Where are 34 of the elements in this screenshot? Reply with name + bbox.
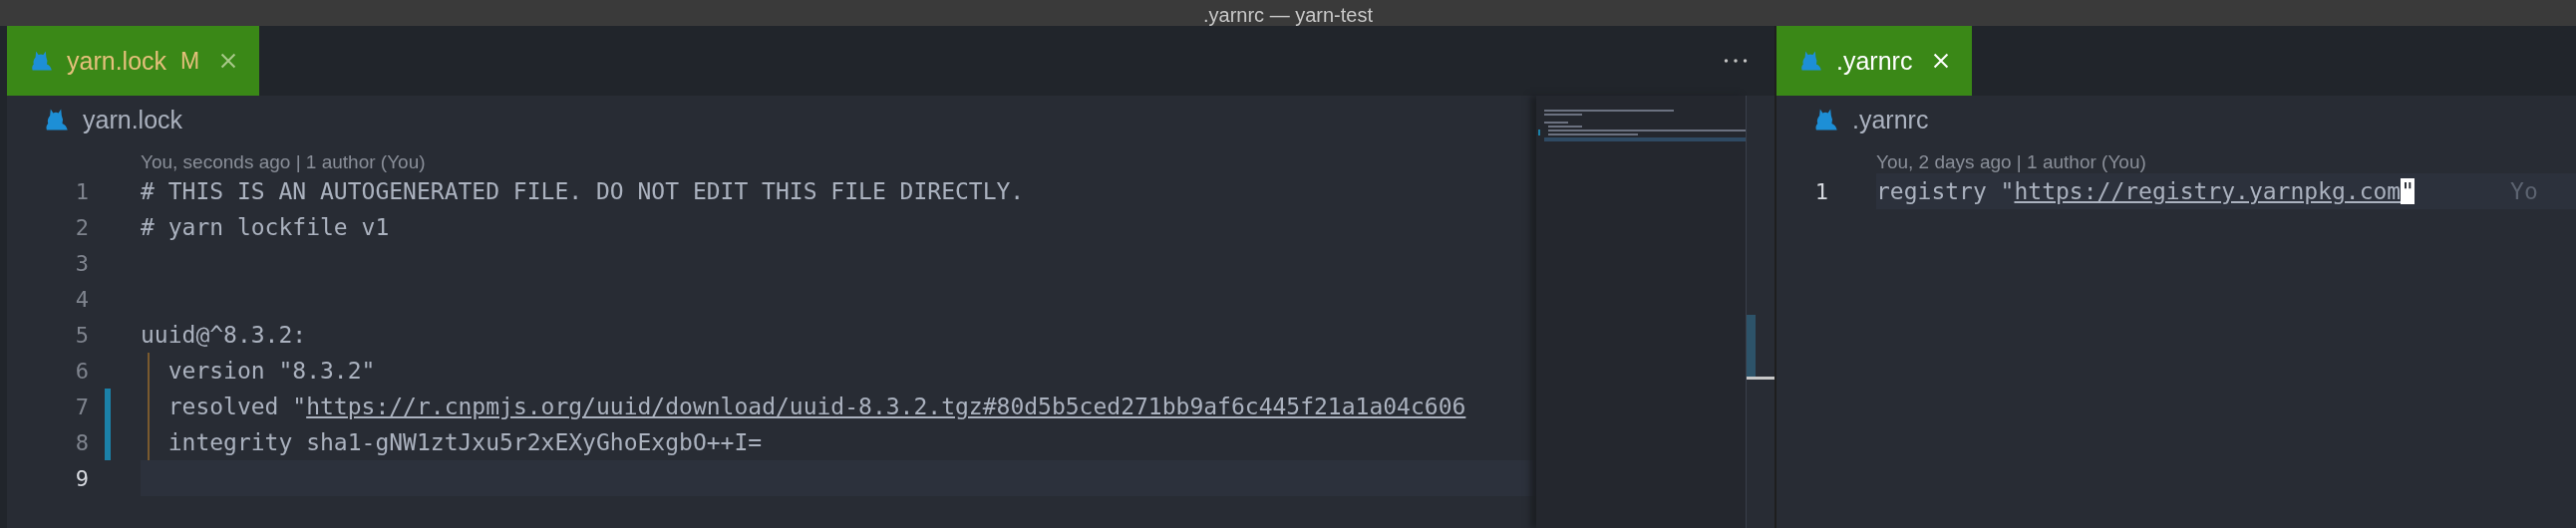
line-number: 8	[74, 429, 89, 455]
text-cursor: "	[2401, 178, 2415, 204]
cat-icon	[29, 49, 53, 73]
line-number: 1	[1813, 178, 1828, 204]
minimap-drawing[interactable]	[1536, 96, 1746, 528]
breadcrumb-item[interactable]: .yarnrc	[1852, 105, 1929, 134]
code-line: integrity sha1-gNW1ztJxu5r2xEXyGhoExgbO++I=	[166, 429, 763, 455]
modified-indicator: M	[180, 47, 200, 75]
code-line: resolved "https://r.cnpmjs.org/uuid/download/uuid-8.3.2.tgz#80d5b5ced271bb9af6c445f21a1a04c606	[166, 394, 1466, 419]
line-number: 4	[74, 286, 89, 312]
close-icon[interactable]	[219, 52, 238, 70]
line-number: 5	[74, 322, 89, 348]
code-line: uuid@^8.3.2:	[141, 322, 307, 348]
code-line: # yarn lockfile v1	[141, 214, 390, 240]
line-number: 9	[74, 465, 89, 491]
code-line: version "8.3.2"	[166, 358, 376, 384]
codelens-text[interactable]: You, 2 days ago | 1 author (You)	[1876, 151, 2146, 173]
editor-tab[interactable]: .yarnrc	[1776, 26, 1973, 96]
cat-icon	[1798, 49, 1822, 73]
code-line: registry "https://registry.yarnpkg.com"	[1876, 178, 2415, 204]
line-number: 6	[74, 358, 89, 384]
more-actions-icon[interactable]	[1723, 58, 1749, 64]
close-icon[interactable]	[1932, 52, 1951, 70]
line-number: 7	[74, 394, 89, 419]
line-number: 2	[74, 214, 89, 240]
line-number: 3	[74, 250, 89, 276]
codelens-text[interactable]: You, seconds ago | 1 author (You)	[141, 151, 426, 173]
scrollbar[interactable]	[1746, 96, 1774, 528]
window-title: .yarnrc — yarn-test	[1202, 4, 1373, 26]
link[interactable]: https://registry.yarnpkg.com	[2014, 178, 2402, 204]
line-number: 1	[74, 178, 89, 204]
code-line: # THIS IS AN AUTOGENERATED FILE. DO NOT EDIT THIS FILE DIRECTLY.	[141, 178, 1025, 204]
link[interactable]: https://r.cnpmjs.org/uuid/download/uuid-8.3.2.tgz#80d5b5ced271bb9af6c445f21a1a04c606	[306, 394, 1466, 419]
breadcrumb-item[interactable]: yarn.lock	[83, 105, 183, 134]
